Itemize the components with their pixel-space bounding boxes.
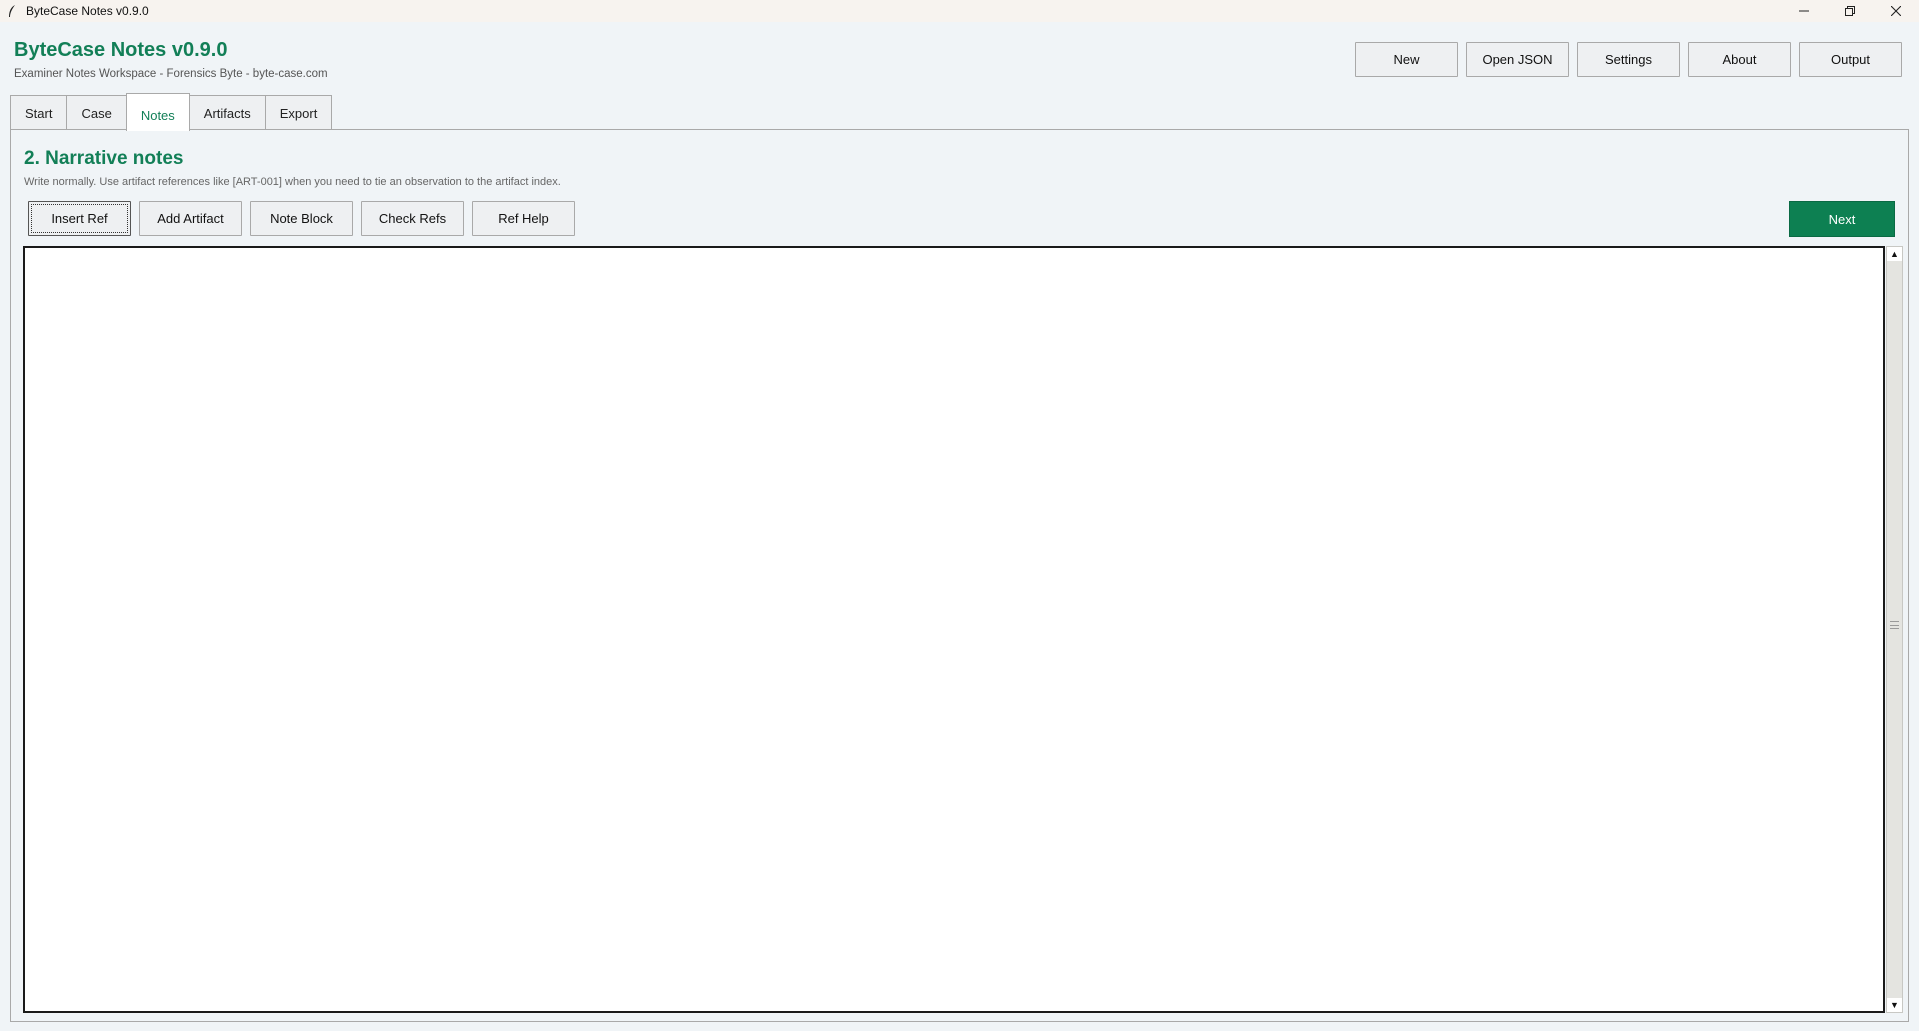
notes-editor[interactable] <box>23 246 1885 1013</box>
next-button[interactable]: Next <box>1789 201 1895 237</box>
minimize-button[interactable] <box>1781 0 1827 22</box>
tab-case[interactable]: Case <box>66 95 127 130</box>
new-button[interactable]: New <box>1355 42 1458 77</box>
minimize-icon <box>1799 3 1809 19</box>
maximize-button[interactable] <box>1827 0 1873 22</box>
notes-toolbar: Insert Ref Add Artifact Note Block Check… <box>28 201 575 236</box>
tab-notes[interactable]: Notes <box>125 93 190 131</box>
check-refs-button[interactable]: Check Refs <box>361 201 464 236</box>
window-controls <box>1781 0 1919 22</box>
open-json-button[interactable]: Open JSON <box>1466 42 1569 77</box>
app-title: ByteCase Notes v0.9.0 <box>14 39 228 61</box>
ref-help-button[interactable]: Ref Help <box>472 201 575 236</box>
tab-bar: Start Case Notes Artifacts Export <box>10 93 333 131</box>
close-button[interactable] <box>1873 0 1919 22</box>
scrollbar-grip-icon <box>1890 621 1899 629</box>
tab-export[interactable]: Export <box>264 95 333 130</box>
header-toolbar: New Open JSON Settings About Output <box>1355 42 1902 77</box>
settings-button[interactable]: Settings <box>1577 42 1680 77</box>
about-button[interactable]: About <box>1688 42 1791 77</box>
output-button[interactable]: Output <box>1799 42 1902 77</box>
scroll-up-arrow-icon[interactable]: ▲ <box>1887 247 1902 261</box>
app-subtitle: Examiner Notes Workspace - Forensics Byt… <box>14 68 328 80</box>
tab-artifacts[interactable]: Artifacts <box>188 95 266 130</box>
section-title: 2. Narrative notes <box>24 148 184 169</box>
scroll-down-arrow-icon[interactable]: ▼ <box>1887 998 1902 1012</box>
notes-panel: 2. Narrative notes Write normally. Use a… <box>10 129 1909 1022</box>
editor-container: ▲ ▼ <box>23 246 1903 1013</box>
close-icon <box>1890 3 1902 19</box>
feather-icon <box>4 3 20 19</box>
tab-start[interactable]: Start <box>10 95 68 130</box>
note-block-button[interactable]: Note Block <box>250 201 353 236</box>
restore-icon <box>1845 3 1855 19</box>
app-header: ByteCase Notes v0.9.0 Examiner Notes Wor… <box>0 22 1919 90</box>
add-artifact-button[interactable]: Add Artifact <box>139 201 242 236</box>
scrollbar-thumb[interactable] <box>1889 263 1900 996</box>
insert-ref-button[interactable]: Insert Ref <box>28 201 131 236</box>
section-hint: Write normally. Use artifact references … <box>24 176 561 188</box>
window-titlebar: ByteCase Notes v0.9.0 <box>0 0 1919 22</box>
editor-scrollbar[interactable]: ▲ ▼ <box>1886 246 1903 1013</box>
window-title: ByteCase Notes v0.9.0 <box>26 4 149 18</box>
